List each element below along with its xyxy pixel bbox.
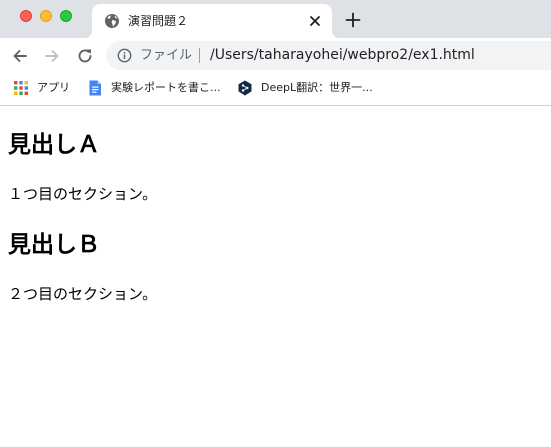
tab-title: 演習問題２: [128, 14, 189, 28]
browser-tab[interactable]: 演習問題２: [84, 4, 340, 38]
browser-toolbar: ファイル /Users/taharayohei/webpro2/ex1.html: [0, 38, 551, 74]
bookmark-label: DeepL翻訳：世界一...: [261, 81, 373, 94]
page-content: 見出しＡ １つ目のセクション。 見出しＢ ２つ目のセクション。: [0, 106, 551, 447]
apps-grid-icon: [14, 81, 28, 95]
address-bar-divider: [199, 48, 200, 63]
globe-icon: [105, 14, 119, 28]
bookmark-label: 実験レポートを書こ...: [111, 81, 221, 94]
window-maximize-button[interactable]: [60, 10, 72, 22]
bookmark-label: アプリ: [37, 81, 70, 94]
tab-strip: 演習問題２: [0, 0, 551, 38]
info-icon[interactable]: [117, 48, 132, 63]
tab-close-icon[interactable]: [306, 12, 324, 30]
heading-b: 見出しＢ: [8, 232, 100, 258]
forward-arrow-icon[interactable]: [42, 46, 62, 66]
reload-icon[interactable]: [75, 46, 95, 66]
deepl-icon: [238, 80, 252, 96]
section-text-1: １つ目のセクション。: [8, 185, 158, 203]
back-arrow-icon[interactable]: [10, 46, 30, 66]
file-scheme-label: ファイル: [140, 48, 193, 63]
bookmark-apps[interactable]: アプリ: [13, 79, 70, 97]
address-bar[interactable]: ファイル /Users/taharayohei/webpro2/ex1.html: [106, 41, 551, 70]
window-minimize-button[interactable]: [40, 10, 52, 22]
section-text-2: ２つ目のセクション。: [8, 285, 158, 303]
plus-icon[interactable]: [344, 11, 362, 29]
google-docs-icon: [89, 80, 101, 96]
url-text[interactable]: /Users/taharayohei/webpro2/ex1.html: [210, 46, 475, 64]
heading-a: 見出しＡ: [8, 132, 100, 158]
window-close-button[interactable]: [20, 10, 32, 22]
bookmarks-bar: アプリ 実験レポートを書こ... DeepL翻訳：世界一...: [0, 74, 551, 102]
bookmark-deepl[interactable]: DeepL翻訳：世界一...: [237, 79, 373, 97]
bookmark-report[interactable]: 実験レポートを書こ...: [87, 79, 221, 97]
